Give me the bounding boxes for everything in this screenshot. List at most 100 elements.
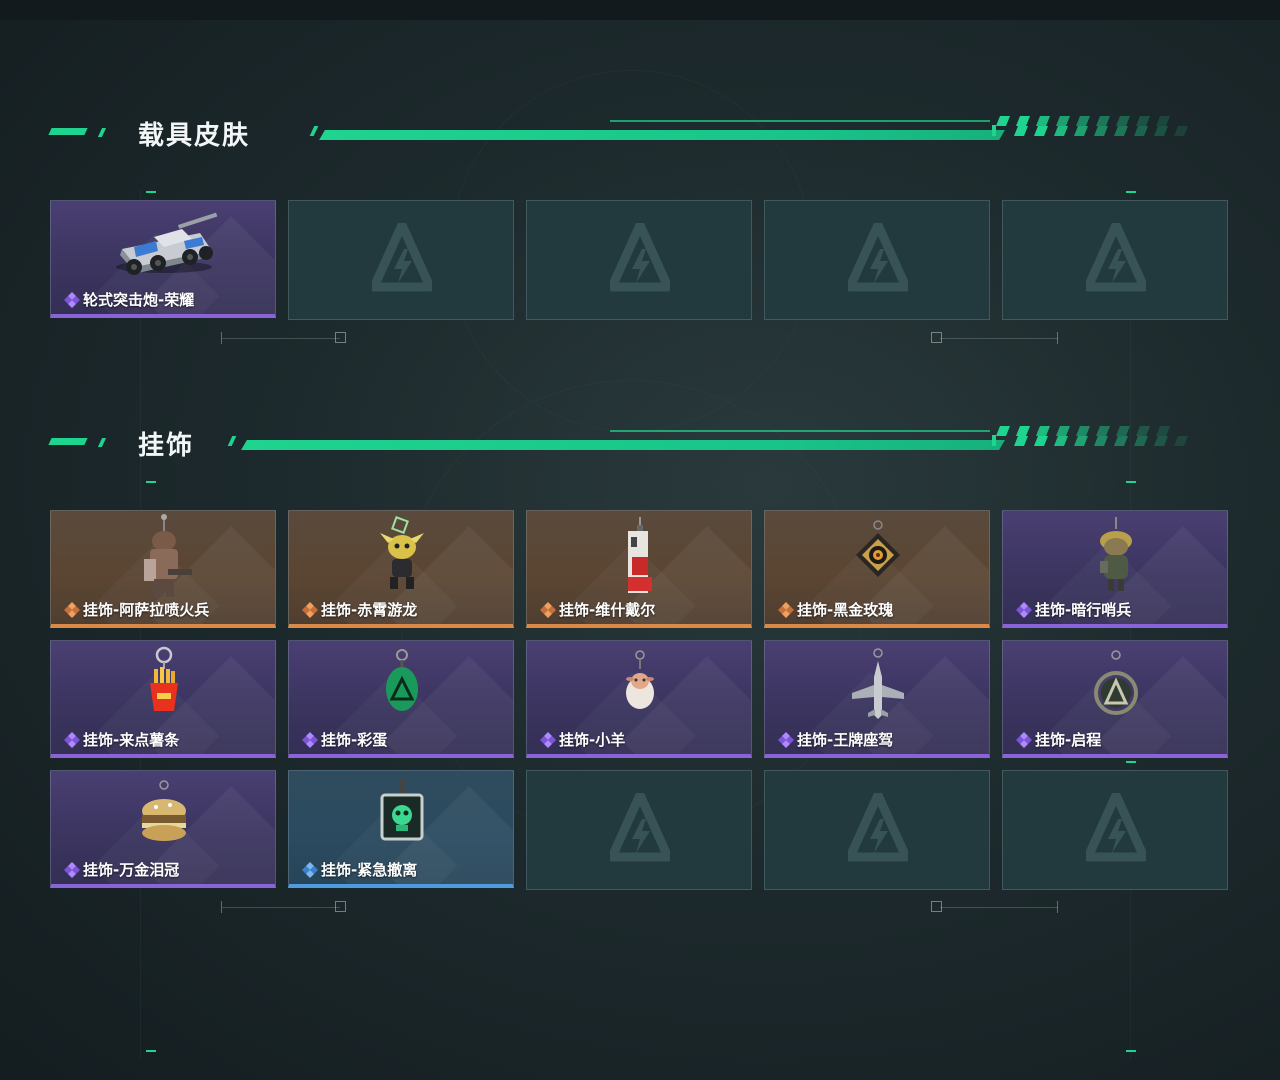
placeholder-logo-icon — [848, 223, 908, 292]
header-accent-dash — [97, 438, 107, 447]
fries-charm-icon — [150, 646, 178, 711]
rarity-diamond-icon — [1016, 732, 1032, 748]
section-title: 挂饰 — [138, 431, 195, 461]
item-name: 挂饰-王牌座驾 — [797, 731, 894, 749]
header-accent-line — [610, 120, 990, 122]
corner-mark — [146, 191, 156, 193]
charm-card[interactable]: 挂饰-来点薯条 — [50, 640, 276, 758]
item-name: 挂饰-紧急撤离 — [321, 861, 418, 879]
skull-box-charm-icon — [380, 779, 424, 841]
lamb-charm-icon — [626, 650, 654, 709]
charm-card[interactable]: 挂饰-王牌座驾 — [764, 640, 990, 758]
item-name: 挂饰-阿萨拉喷火兵 — [83, 601, 210, 619]
rarity-diamond-icon — [1016, 602, 1032, 618]
charm-card[interactable]: 挂饰-彩蛋 — [288, 640, 514, 758]
corner-mark — [1126, 481, 1136, 483]
rarity-diamond-icon — [302, 732, 318, 748]
header-accent-dash — [309, 126, 319, 136]
item-name: 挂饰-赤霄游龙 — [321, 601, 418, 619]
flamethrower-soldier-charm-icon — [144, 514, 192, 597]
rarity-diamond-icon — [64, 862, 80, 878]
item-name: 挂饰-黑金玫瑰 — [797, 601, 894, 619]
card-charm-icon — [628, 517, 652, 593]
ruler-cap — [1057, 901, 1058, 913]
corner-mark — [146, 1050, 156, 1052]
item-name: 挂饰-万金泪冠 — [83, 861, 180, 879]
charm-card[interactable]: 挂饰-小羊 — [526, 640, 752, 758]
charm-card[interactable]: 挂饰-紧急撤离 — [288, 770, 514, 888]
ruler-cap — [1057, 332, 1058, 344]
empty-slot — [764, 770, 990, 890]
charm-card[interactable]: 挂饰-维什戴尔 — [526, 510, 752, 628]
header-accent-bar — [319, 130, 1005, 140]
sentinel-charm-icon — [1100, 517, 1132, 591]
corner-mark — [1126, 761, 1136, 763]
rarity-diamond-icon — [778, 732, 794, 748]
section-title: 载具皮肤 — [138, 121, 251, 151]
header-accent-dash — [227, 436, 237, 446]
ruler-box — [931, 332, 942, 343]
charm-card[interactable]: 挂饰-阿萨拉喷火兵 — [50, 510, 276, 628]
crown-burger-charm-icon — [142, 780, 186, 841]
ruler-cap — [221, 332, 222, 344]
corner-mark — [1126, 1050, 1136, 1052]
item-name: 挂饰-来点薯条 — [83, 731, 180, 749]
ruler-box — [335, 901, 346, 912]
checker-pattern — [992, 116, 1188, 136]
rarity-diamond-icon — [540, 732, 556, 748]
dragon-charm-icon — [380, 516, 424, 589]
placeholder-logo-icon — [1086, 793, 1146, 862]
item-name: 挂饰-启程 — [1035, 731, 1102, 749]
armored-vehicle-icon — [116, 212, 218, 275]
corner-mark — [1126, 191, 1136, 193]
rose-emblem-charm-icon — [856, 520, 900, 577]
charm-card[interactable]: 挂饰-黑金玫瑰 — [764, 510, 990, 628]
placeholder-logo-icon — [1086, 223, 1146, 292]
charm-card[interactable]: 挂饰-启程 — [1002, 640, 1228, 758]
item-name: 挂饰-彩蛋 — [321, 731, 388, 749]
ruler-line — [940, 338, 1058, 339]
item-name: 挂饰-小羊 — [559, 731, 626, 749]
empty-slot — [288, 200, 514, 320]
top-bar — [0, 0, 1280, 20]
jet-charm-icon — [852, 648, 904, 719]
empty-slot — [1002, 770, 1228, 890]
item-name: 挂饰-维什戴尔 — [559, 601, 656, 619]
charm-card[interactable]: 挂饰-暗行哨兵 — [1002, 510, 1228, 628]
charm-card[interactable]: 挂饰-万金泪冠 — [50, 770, 276, 888]
placeholder-logo-icon — [372, 223, 432, 292]
charm-card[interactable]: 挂饰-赤霄游龙 — [288, 510, 514, 628]
header-accent-bar — [241, 440, 1005, 450]
header-accent-dash — [48, 438, 88, 445]
header-accent-dash — [48, 128, 88, 135]
rarity-diamond-icon — [778, 602, 794, 618]
ruler-line — [940, 907, 1058, 908]
rarity-diamond-icon — [64, 732, 80, 748]
rarity-diamond-icon — [64, 292, 80, 308]
checker-pattern — [992, 426, 1188, 446]
placeholder-logo-icon — [848, 793, 908, 862]
ruler-line — [222, 338, 340, 339]
placeholder-logo-icon — [610, 223, 670, 292]
header-accent-dash — [97, 128, 107, 137]
item-name: 挂饰-暗行哨兵 — [1035, 601, 1132, 619]
empty-slot — [526, 200, 752, 320]
rarity-diamond-icon — [540, 602, 556, 618]
corner-mark — [146, 481, 156, 483]
ruler-box — [335, 332, 346, 343]
ruler-box — [931, 901, 942, 912]
header-accent-line — [610, 430, 990, 432]
section-header-vehicle-skins: 载具皮肤 — [48, 116, 1200, 151]
section-header-charms: 挂饰 — [48, 426, 1200, 461]
empty-slot — [1002, 200, 1228, 320]
compass-ring-charm-icon — [1094, 650, 1138, 715]
ruler-cap — [221, 901, 222, 913]
item-name: 轮式突击炮-荣耀 — [83, 291, 195, 309]
empty-slot — [526, 770, 752, 890]
rarity-diamond-icon — [302, 862, 318, 878]
rarity-diamond-icon — [64, 602, 80, 618]
ruler-line — [222, 907, 340, 908]
egg-charm-icon — [386, 649, 418, 711]
placeholder-logo-icon — [610, 793, 670, 862]
vehicle-skin-card[interactable]: 轮式突击炮-荣耀 — [50, 200, 276, 318]
